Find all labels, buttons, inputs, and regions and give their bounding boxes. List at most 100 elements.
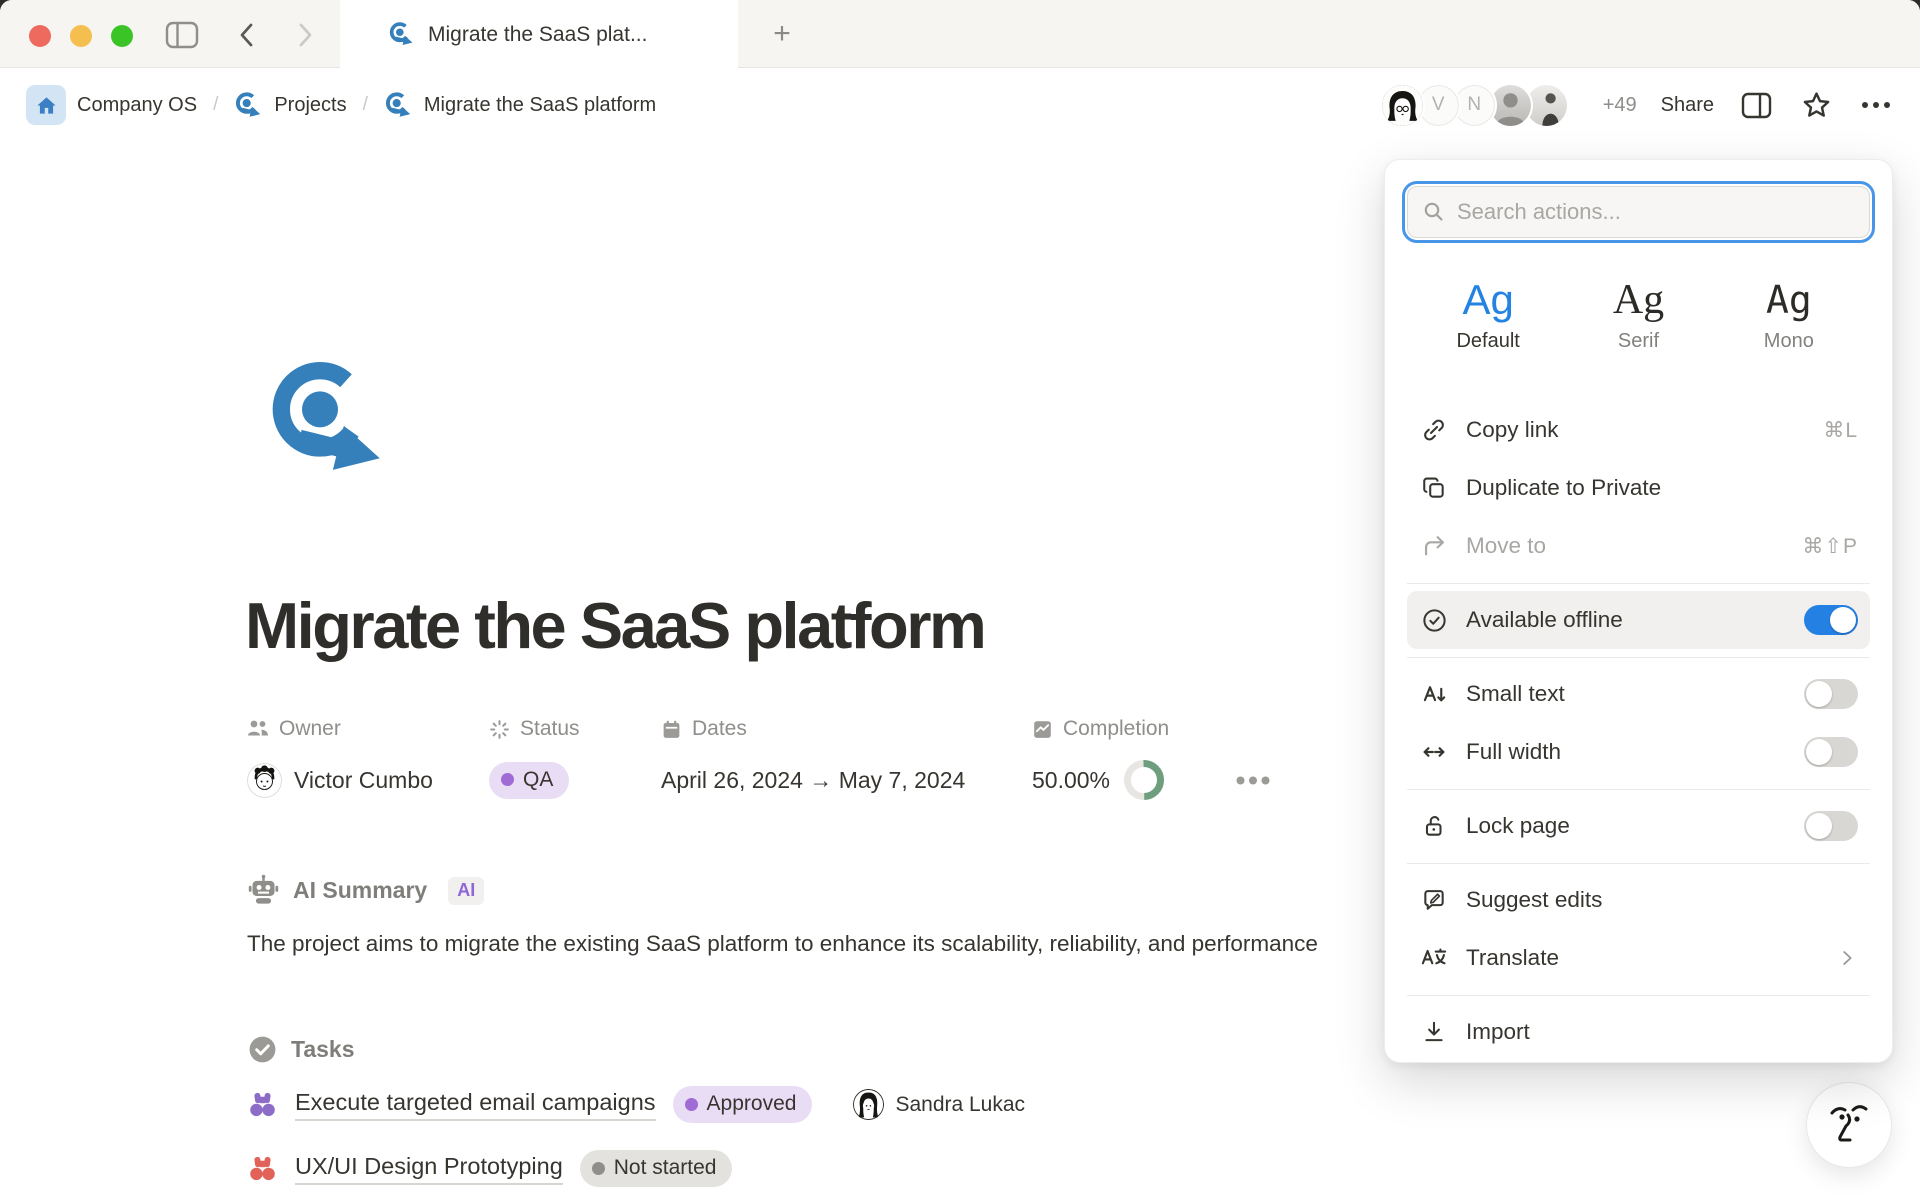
- zoom-window-button[interactable]: [111, 25, 133, 47]
- menu-item-move-to[interactable]: Move to ⌘⇧P: [1407, 517, 1870, 575]
- font-option-default[interactable]: Ag Default: [1413, 276, 1563, 352]
- app-window: Migrate the SaaS plat... + Company OS / …: [0, 0, 1920, 1200]
- menu-item-label: Duplicate to Private: [1466, 475, 1661, 501]
- breadcrumb: Company OS / Projects / Migrate the SaaS…: [26, 85, 656, 125]
- menu-item-available-offline[interactable]: Available offline: [1407, 591, 1870, 649]
- chevron-right-icon: [292, 20, 318, 50]
- favorite-button[interactable]: [1798, 87, 1834, 123]
- minimize-window-button[interactable]: [70, 25, 92, 47]
- close-window-button[interactable]: [29, 25, 51, 47]
- back-button[interactable]: [228, 18, 266, 52]
- people-icon: [247, 719, 269, 739]
- property-label-owner[interactable]: Owner: [247, 714, 489, 744]
- new-tab-button[interactable]: +: [760, 12, 804, 56]
- font-option-label: Serif: [1563, 330, 1713, 352]
- dates-text: April 26, 2024 → May 7, 2024: [661, 767, 965, 794]
- task-assignee[interactable]: Sandra Lukac: [853, 1089, 1025, 1120]
- property-value-completion[interactable]: 50.00%: [1032, 756, 1270, 804]
- link-icon: [1419, 415, 1449, 445]
- status-pill: QA: [489, 762, 569, 799]
- breadcrumb-separator: /: [363, 94, 368, 116]
- breadcrumb-current-page[interactable]: Migrate the SaaS platform: [384, 91, 656, 120]
- font-option-label: Default: [1413, 330, 1563, 352]
- menu-item-suggest-edits[interactable]: Suggest edits: [1407, 871, 1870, 929]
- titlebar: Migrate the SaaS plat... +: [0, 0, 1920, 68]
- property-label-status[interactable]: Status: [489, 714, 661, 744]
- menu-item-label: Move to: [1466, 533, 1546, 559]
- collaborator-avatars[interactable]: V N: [1380, 83, 1569, 128]
- ai-summary-heading: AI Summary AI: [247, 874, 484, 907]
- menu-divider: [1407, 863, 1870, 864]
- property-label-completion[interactable]: Completion: [1032, 714, 1270, 744]
- robot-icon: [247, 874, 280, 907]
- search-actions-field[interactable]: [1407, 186, 1870, 238]
- menu-item-translate[interactable]: Translate: [1407, 929, 1870, 987]
- search-icon: [1422, 200, 1446, 224]
- menu-item-label: Available offline: [1466, 607, 1623, 633]
- search-actions-input[interactable]: [1457, 199, 1855, 225]
- menu-item-full-width[interactable]: Full width: [1407, 723, 1870, 781]
- avatar-initial: V: [1432, 94, 1445, 116]
- available-offline-toggle[interactable]: [1804, 605, 1858, 635]
- chart-icon: [1032, 719, 1053, 740]
- page-title[interactable]: Migrate the SaaS platform: [245, 588, 984, 663]
- full-width-icon: [1419, 737, 1449, 767]
- avatar: [247, 763, 282, 798]
- notion-ai-button[interactable]: [1806, 1082, 1892, 1168]
- more-collaborators-count[interactable]: +49: [1603, 94, 1637, 117]
- full-width-toggle[interactable]: [1804, 737, 1858, 767]
- home-button[interactable]: [26, 85, 66, 125]
- breadcrumb-company-os[interactable]: Company OS: [77, 94, 197, 117]
- projects-logo-icon: [234, 91, 263, 120]
- status-text: Approved: [707, 1092, 797, 1116]
- breadcrumb-projects[interactable]: Projects: [234, 91, 346, 120]
- share-button[interactable]: Share: [1661, 94, 1714, 117]
- font-style-picker: Ag Default Ag Serif Ag Mono: [1413, 276, 1864, 352]
- ai-summary-text[interactable]: The project aims to migrate the existing…: [247, 931, 1318, 957]
- small-text-toggle[interactable]: [1804, 679, 1858, 709]
- star-icon: [1801, 90, 1832, 121]
- check-circle-icon: [247, 1034, 278, 1065]
- font-option-serif[interactable]: Ag Serif: [1563, 276, 1713, 352]
- move-to-icon: [1419, 531, 1449, 561]
- font-option-mono[interactable]: Ag Mono: [1714, 276, 1864, 352]
- tab-migrate-saas[interactable]: Migrate the SaaS plat...: [340, 0, 738, 69]
- property-value-status[interactable]: QA: [489, 756, 661, 804]
- menu-item-lock-page[interactable]: Lock page: [1407, 797, 1870, 855]
- page-icon[interactable]: [264, 356, 392, 484]
- task-link[interactable]: Execute targeted email campaigns: [295, 1089, 656, 1121]
- lock-page-toggle[interactable]: [1804, 811, 1858, 841]
- binoculars-icon: [247, 1153, 278, 1184]
- task-status-pill[interactable]: Not started: [580, 1150, 733, 1187]
- property-label-text: Completion: [1063, 717, 1169, 741]
- binoculars-icon: [247, 1089, 278, 1120]
- task-status-pill[interactable]: Approved: [673, 1086, 813, 1123]
- completion-percent-text: 50.00%: [1032, 767, 1110, 794]
- task-link[interactable]: UX/UI Design Prototyping: [295, 1153, 563, 1185]
- page-logo-icon: [388, 21, 415, 48]
- menu-divider: [1407, 995, 1870, 996]
- breadcrumb-label: Projects: [274, 94, 346, 117]
- property-more-button[interactable]: [1236, 776, 1270, 785]
- menu-item-duplicate[interactable]: Duplicate to Private: [1407, 459, 1870, 517]
- status-dot: [685, 1098, 698, 1111]
- property-label-text: Dates: [692, 717, 747, 741]
- property-value-dates[interactable]: April 26, 2024 → May 7, 2024: [661, 756, 1032, 804]
- menu-item-small-text[interactable]: Small text: [1407, 665, 1870, 723]
- small-text-icon: [1419, 679, 1449, 709]
- task-row: UX/UI Design Prototyping Not started: [247, 1150, 732, 1187]
- window-controls: [29, 25, 133, 47]
- property-label-dates[interactable]: Dates: [661, 714, 1032, 744]
- property-value-owner[interactable]: Victor Cumbo: [247, 756, 489, 804]
- breadcrumb-separator: /: [213, 94, 218, 116]
- forward-button[interactable]: [286, 18, 324, 52]
- menu-item-import[interactable]: Import: [1407, 1003, 1870, 1061]
- shortcut-hint: ⌘⇧P: [1802, 534, 1858, 559]
- menu-item-label: Lock page: [1466, 813, 1570, 839]
- toggle-sidebar-button[interactable]: [163, 18, 201, 52]
- open-side-panel-button[interactable]: [1738, 87, 1774, 123]
- more-actions-button[interactable]: [1858, 87, 1894, 123]
- menu-item-copy-link[interactable]: Copy link ⌘L: [1407, 401, 1870, 459]
- unlock-icon: [1419, 811, 1449, 841]
- translate-icon: [1419, 943, 1449, 973]
